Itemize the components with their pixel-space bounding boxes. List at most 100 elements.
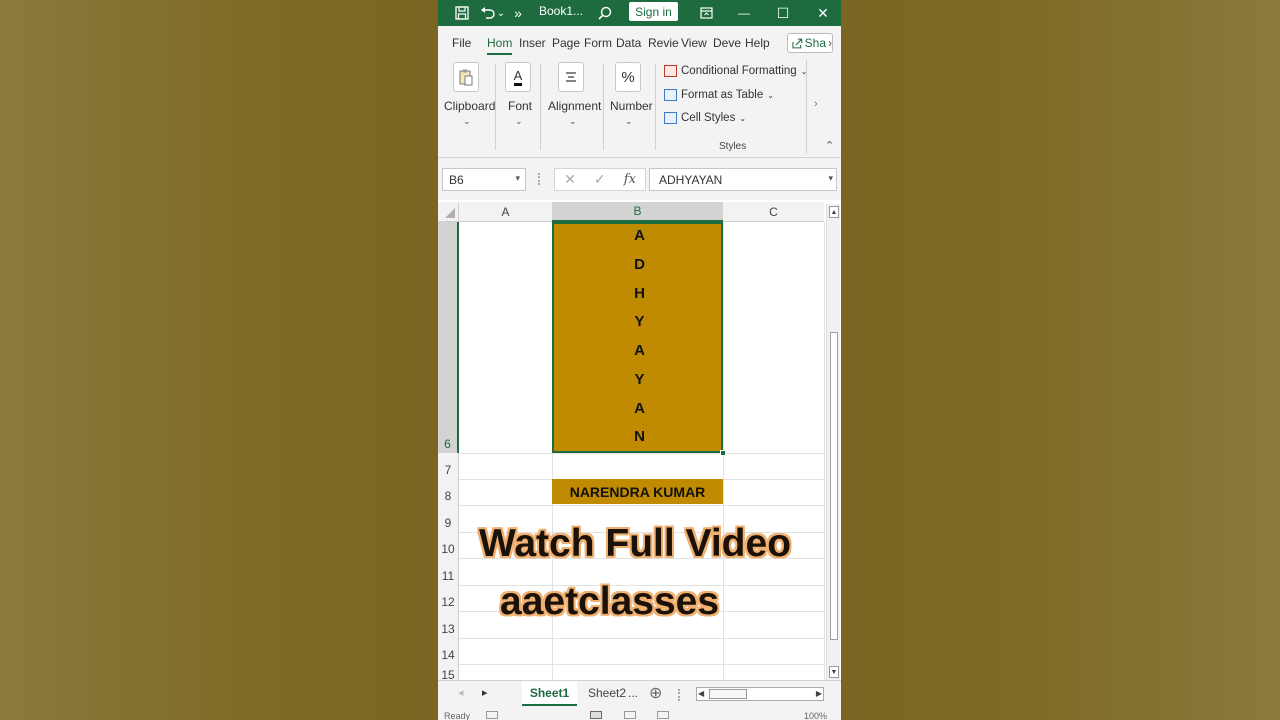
share-chevron-icon: › [828,36,832,50]
ribbon-home: Clipboard ⌄ A Font ⌄ Alignment ⌄ % Numbe… [438,58,841,158]
tab-page-layout[interactable]: Page [552,36,580,50]
zoom-level[interactable]: 100% [804,711,827,720]
tab-formulas[interactable]: Form [584,36,612,50]
column-header-a[interactable]: A [459,202,552,222]
vertical-scroll-thumb[interactable] [830,332,838,640]
gridline [459,453,824,454]
cell-styles-icon [664,112,677,124]
expand-formula-bar-icon[interactable]: ▾ [828,173,833,184]
name-box-dropdown-icon[interactable]: ▾ [515,173,520,184]
sheet-tab-sheet2[interactable]: Sheet2 [588,686,626,700]
row-header-11[interactable]: 11 [438,558,459,585]
page-break-view-icon[interactable] [657,711,669,719]
name-box[interactable]: B6 ▾ [442,168,526,191]
accessibility-icon[interactable] [486,711,498,719]
insert-function-icon[interactable]: fx [624,172,636,187]
format-as-table-button[interactable]: Format as Table ⌄ [664,89,774,101]
tab-insert[interactable]: Inser [519,36,546,50]
horizontal-scroll-thumb[interactable] [709,689,747,699]
share-button[interactable]: Sha › [787,33,833,53]
vertical-scrollbar[interactable]: ▲ ▼ [826,204,840,680]
formula-bar-grip[interactable] [538,173,540,185]
row-header-9[interactable]: 9 [438,505,459,532]
clipboard-icon [453,62,479,92]
gridline [459,638,824,639]
fill-handle[interactable] [720,450,726,456]
cancel-icon[interactable]: ✕ [564,171,576,188]
format-as-table-label: Format as Table [681,89,764,101]
more-sheets-icon[interactable]: ... [628,686,638,700]
column-header-c[interactable]: C [723,202,824,222]
clipboard-chevron-icon: ⌄ [463,116,471,126]
row-header-10[interactable]: 10 [438,532,459,558]
search-icon[interactable] [595,0,615,26]
collapse-ribbon-icon[interactable]: ⌃ [825,139,834,152]
scroll-up-icon[interactable]: ▲ [829,206,839,218]
save-icon[interactable] [452,0,472,26]
minimize-icon[interactable]: — [735,0,753,26]
font-group[interactable]: A Font ⌄ [502,58,534,156]
tab-help[interactable]: Help [745,36,770,50]
font-chevron-icon: ⌄ [515,116,523,126]
tab-data[interactable]: Data [616,36,641,50]
tab-file[interactable]: File [452,36,471,50]
cell-styles-button[interactable]: Cell Styles ⌄ [664,112,746,124]
alignment-chevron-icon: ⌄ [569,116,577,126]
group-divider [495,64,496,150]
row-header-8[interactable]: 8 [438,479,459,505]
sign-in-button[interactable]: Sign in [629,2,678,21]
horizontal-scrollbar[interactable]: ◀ ▶ [696,687,824,701]
next-sheet-icon[interactable]: ▸ [482,686,488,699]
number-group[interactable]: % Number ⌄ [608,58,653,156]
font-color-icon: A [505,62,531,92]
prev-sheet-icon[interactable]: ◂ [458,686,464,699]
styles-group-label: Styles [719,141,747,152]
cell-b6-letter: H [634,285,645,302]
scroll-down-icon[interactable]: ▼ [829,666,839,678]
tab-split-grip[interactable] [678,689,680,701]
undo-icon[interactable] [478,0,496,26]
formula-input[interactable]: ADHYAYAN ▾ [649,168,837,191]
ribbon-display-icon[interactable] [696,0,716,26]
row-header-7[interactable]: 7 [438,453,459,479]
normal-view-icon[interactable] [590,711,602,719]
ribbon-tabs: File Hom Inser Page Form Data Revie View… [438,26,841,58]
percent-icon: % [615,62,641,92]
row-header-12[interactable]: 12 [438,585,459,611]
alignment-label: Alignment [548,99,602,113]
ribbon-scroll-right-icon[interactable]: › [814,98,818,110]
row-header-14[interactable]: 14 [438,638,459,664]
scroll-right-icon[interactable]: ▶ [816,688,822,700]
formula-buttons: ✕ ✓ fx [554,168,646,191]
enter-icon[interactable]: ✓ [594,171,606,188]
cell-b8[interactable]: NARENDRA KUMAR [552,479,723,504]
tab-review[interactable]: Revie [648,36,679,50]
worksheet-grid[interactable]: A B C 6 7 8 9 10 11 12 13 14 15 A D H Y [438,200,841,680]
select-all-corner[interactable] [438,202,459,222]
group-divider [603,64,604,150]
row-header-6[interactable]: 6 [438,222,459,453]
sheet-tab-sheet1[interactable]: Sheet1 [522,681,577,706]
cell-b6[interactable]: A D H Y A Y A N [552,222,723,453]
scroll-left-icon[interactable]: ◀ [698,688,704,700]
row-header-13[interactable]: 13 [438,611,459,638]
clipboard-label: Clipboard [444,99,496,113]
more-commands-icon[interactable]: » [512,0,524,26]
undo-dropdown-icon[interactable]: ⌄ [496,0,506,26]
tab-view[interactable]: View [681,36,707,50]
cell-b6-letter: A [634,400,645,417]
new-sheet-icon[interactable]: ⊕ [649,683,662,703]
close-icon[interactable]: ✕ [814,0,832,26]
alignment-group[interactable]: Alignment ⌄ [546,58,602,156]
name-box-value: B6 [449,173,464,187]
conditional-formatting-button[interactable]: Conditional Formatting ⌄ [664,65,807,77]
tab-home[interactable]: Hom [487,36,513,55]
page-layout-view-icon[interactable] [624,711,636,719]
clipboard-group[interactable]: Clipboard ⌄ [442,58,495,156]
number-label: Number [610,99,653,113]
column-header-b[interactable]: B [552,202,723,222]
row-header-15[interactable]: 15 [438,664,459,680]
tab-developer[interactable]: Deve [713,36,741,50]
maximize-icon[interactable]: ☐ [774,0,792,26]
cell-styles-chevron-icon: ⌄ [739,113,747,123]
